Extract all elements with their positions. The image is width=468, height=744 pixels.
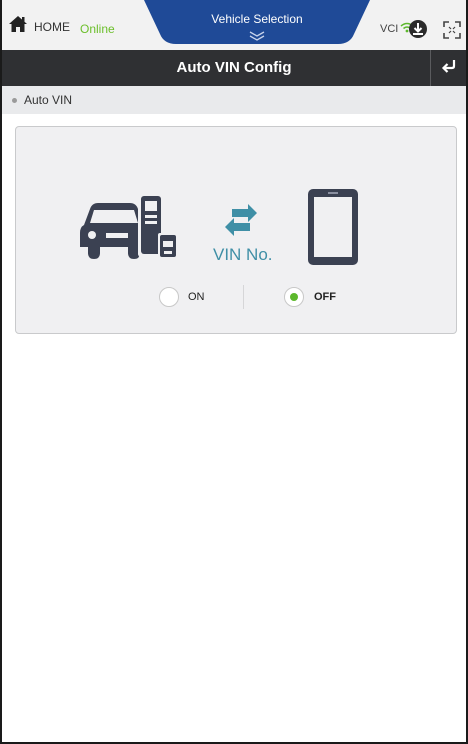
breadcrumb-bullet-icon bbox=[12, 97, 17, 103]
vin-number-label: VIN No. bbox=[213, 245, 273, 264]
auto-vin-card: VIN No. ON OFF bbox=[15, 126, 457, 334]
home-button[interactable]: HOME bbox=[8, 14, 70, 39]
sync-icon bbox=[224, 203, 258, 242]
on-radio[interactable] bbox=[159, 287, 179, 307]
chevron-down-icon bbox=[248, 28, 266, 46]
on-label[interactable]: ON bbox=[188, 291, 205, 303]
radio-selected-dot bbox=[290, 293, 298, 301]
options-divider bbox=[243, 285, 244, 309]
download-icon bbox=[407, 20, 429, 44]
title-bar: Auto VIN Config bbox=[2, 50, 466, 86]
breadcrumb-label: Auto VIN bbox=[24, 93, 73, 107]
status-bar: HOME Online Vehicle Selection VCI bbox=[2, 0, 466, 50]
app-frame: HOME Online Vehicle Selection VCI Auto V… bbox=[0, 0, 468, 744]
breadcrumb: Auto VIN bbox=[2, 86, 466, 114]
page-title: Auto VIN Config bbox=[176, 59, 292, 76]
fullscreen-icon bbox=[442, 21, 462, 44]
back-arrow-icon bbox=[440, 57, 458, 80]
home-label: HOME bbox=[34, 19, 70, 34]
vehicle-selection-label: Vehicle Selection bbox=[211, 12, 303, 26]
off-radio[interactable] bbox=[284, 287, 304, 307]
vci-label: VCI bbox=[380, 23, 399, 35]
download-button[interactable] bbox=[407, 18, 429, 40]
vehicle-selection-tab[interactable]: Vehicle Selection bbox=[144, 0, 370, 44]
auto-vin-options: ON OFF bbox=[16, 285, 456, 313]
home-icon bbox=[8, 14, 28, 39]
off-label[interactable]: OFF bbox=[314, 291, 336, 303]
fullscreen-button[interactable] bbox=[442, 20, 462, 40]
tablet-icon bbox=[306, 187, 360, 272]
online-status: Online bbox=[80, 22, 115, 36]
car-scanner-icon bbox=[78, 189, 180, 268]
back-button[interactable] bbox=[430, 50, 466, 86]
